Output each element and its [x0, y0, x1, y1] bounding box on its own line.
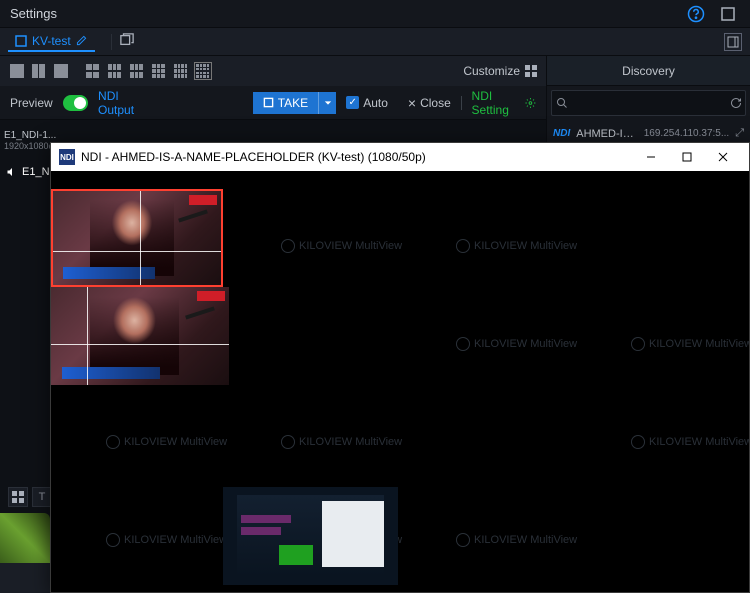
customize-icon	[524, 64, 538, 78]
grid-selector-row: Customize	[0, 56, 546, 86]
titlebar: Settings	[0, 0, 750, 28]
multiview-tile-singer-1[interactable]	[51, 189, 223, 287]
close-window-button[interactable]	[705, 143, 741, 171]
auto-label: Auto	[363, 96, 388, 110]
take-button[interactable]: TAKE	[253, 92, 336, 114]
separator	[461, 96, 462, 110]
watermark: KILOVIEW MultiView	[631, 337, 749, 351]
watermark: KILOVIEW MultiView	[106, 533, 227, 547]
preview-toggle[interactable]	[63, 95, 88, 111]
watermark: KILOVIEW MultiView	[281, 239, 402, 253]
separator	[111, 34, 112, 50]
auto-checkbox[interactable]: ✓ Auto	[346, 96, 388, 110]
minimize-button[interactable]	[633, 143, 669, 171]
multiview-tile-singer-2[interactable]	[51, 287, 229, 385]
refresh-icon[interactable]	[727, 97, 745, 109]
audio-chip[interactable]: E1_N	[6, 166, 50, 178]
layout-2x2[interactable]	[84, 62, 102, 80]
watermark: KILOVIEW MultiView	[106, 435, 227, 449]
ndi-setting-label: NDI Setting	[472, 89, 520, 117]
multiview-tile-desktop[interactable]	[223, 487, 398, 585]
search-icon	[552, 97, 572, 109]
tab-icon	[14, 34, 28, 48]
text-mode-icon[interactable]: T	[32, 487, 52, 507]
layout-4x4[interactable]	[194, 62, 212, 80]
layout-2x3b[interactable]	[128, 62, 146, 80]
ndi-output-link[interactable]: NDI Output	[98, 89, 146, 117]
app-title: Settings	[10, 6, 676, 21]
panel-toggle-icon[interactable]	[724, 33, 742, 51]
close-label: Close	[420, 96, 451, 110]
layout-3x4[interactable]	[172, 62, 190, 80]
take-label: TAKE	[278, 96, 308, 110]
watermark: KILOVIEW MultiView	[281, 435, 402, 449]
watermark: KILOVIEW MultiView	[631, 435, 749, 449]
watermark: KILOVIEW MultiView	[456, 337, 577, 351]
new-tab-icon[interactable]	[120, 33, 134, 50]
discovery-search[interactable]	[551, 90, 746, 116]
customize-label: Customize	[463, 64, 520, 78]
preview-label: Preview	[10, 96, 53, 110]
layout-1x2[interactable]	[30, 62, 48, 80]
close-button[interactable]: × Close	[408, 95, 451, 111]
thumbnail-veg	[0, 513, 50, 563]
watermark: KILOVIEW MultiView	[456, 239, 577, 253]
layout-1x1[interactable]	[8, 62, 26, 80]
source-name: E1_NDI-1...	[4, 130, 65, 141]
ndi-tag: NDI	[553, 128, 570, 139]
layout-3x3[interactable]	[150, 62, 168, 80]
chevron-down-icon	[324, 99, 332, 107]
tabs-row: KV-test	[0, 28, 750, 56]
customize-button[interactable]: Customize	[463, 64, 538, 78]
layout-pip[interactable]	[52, 62, 70, 80]
close-icon: ×	[408, 95, 416, 111]
grid-mode-icon[interactable]	[8, 487, 28, 507]
audio-chip-label: E1_N	[22, 166, 50, 178]
bottom-icons: T	[8, 487, 52, 507]
ndi-canvas: KILOVIEW MultiView KILOVIEW MultiView KI…	[51, 171, 749, 592]
discovery-item-ip: 169.254.110.37:5...	[644, 128, 729, 139]
speaker-icon	[6, 166, 18, 178]
ndi-logo-icon: NDI	[59, 149, 75, 165]
ndi-viewer-window[interactable]: NDI NDI - AHMED-IS-A-NAME-PLACEHOLDER (K…	[50, 142, 750, 593]
discovery-title: Discovery	[547, 56, 750, 86]
take-dropdown[interactable]	[318, 92, 336, 114]
ndi-window-titlebar[interactable]: NDI NDI - AHMED-IS-A-NAME-PLACEHOLDER (K…	[51, 143, 749, 171]
tab-kv-test[interactable]: KV-test	[8, 32, 95, 52]
search-input[interactable]	[572, 96, 727, 110]
tab-label: KV-test	[32, 34, 71, 48]
ndi-setting-link[interactable]: NDI Setting	[472, 89, 536, 117]
ndi-window-title: NDI - AHMED-IS-A-NAME-PLACEHOLDER (KV-te…	[81, 150, 426, 164]
check-icon: ✓	[346, 96, 359, 109]
gear-icon	[525, 96, 536, 110]
preview-bar: Preview NDI Output TAKE ✓ Auto × Close	[0, 86, 546, 120]
maximize-button[interactable]	[669, 143, 705, 171]
take-icon	[263, 97, 274, 108]
watermark: KILOVIEW MultiView	[456, 533, 577, 547]
edit-icon[interactable]	[75, 34, 89, 48]
discovery-item-action-icon[interactable]: ⤢	[735, 127, 744, 140]
discovery-item-name: AHMED-IS-A-...	[576, 128, 638, 140]
help-icon[interactable]	[684, 2, 708, 26]
maximize-icon[interactable]	[716, 2, 740, 26]
layout-2x3[interactable]	[106, 62, 124, 80]
